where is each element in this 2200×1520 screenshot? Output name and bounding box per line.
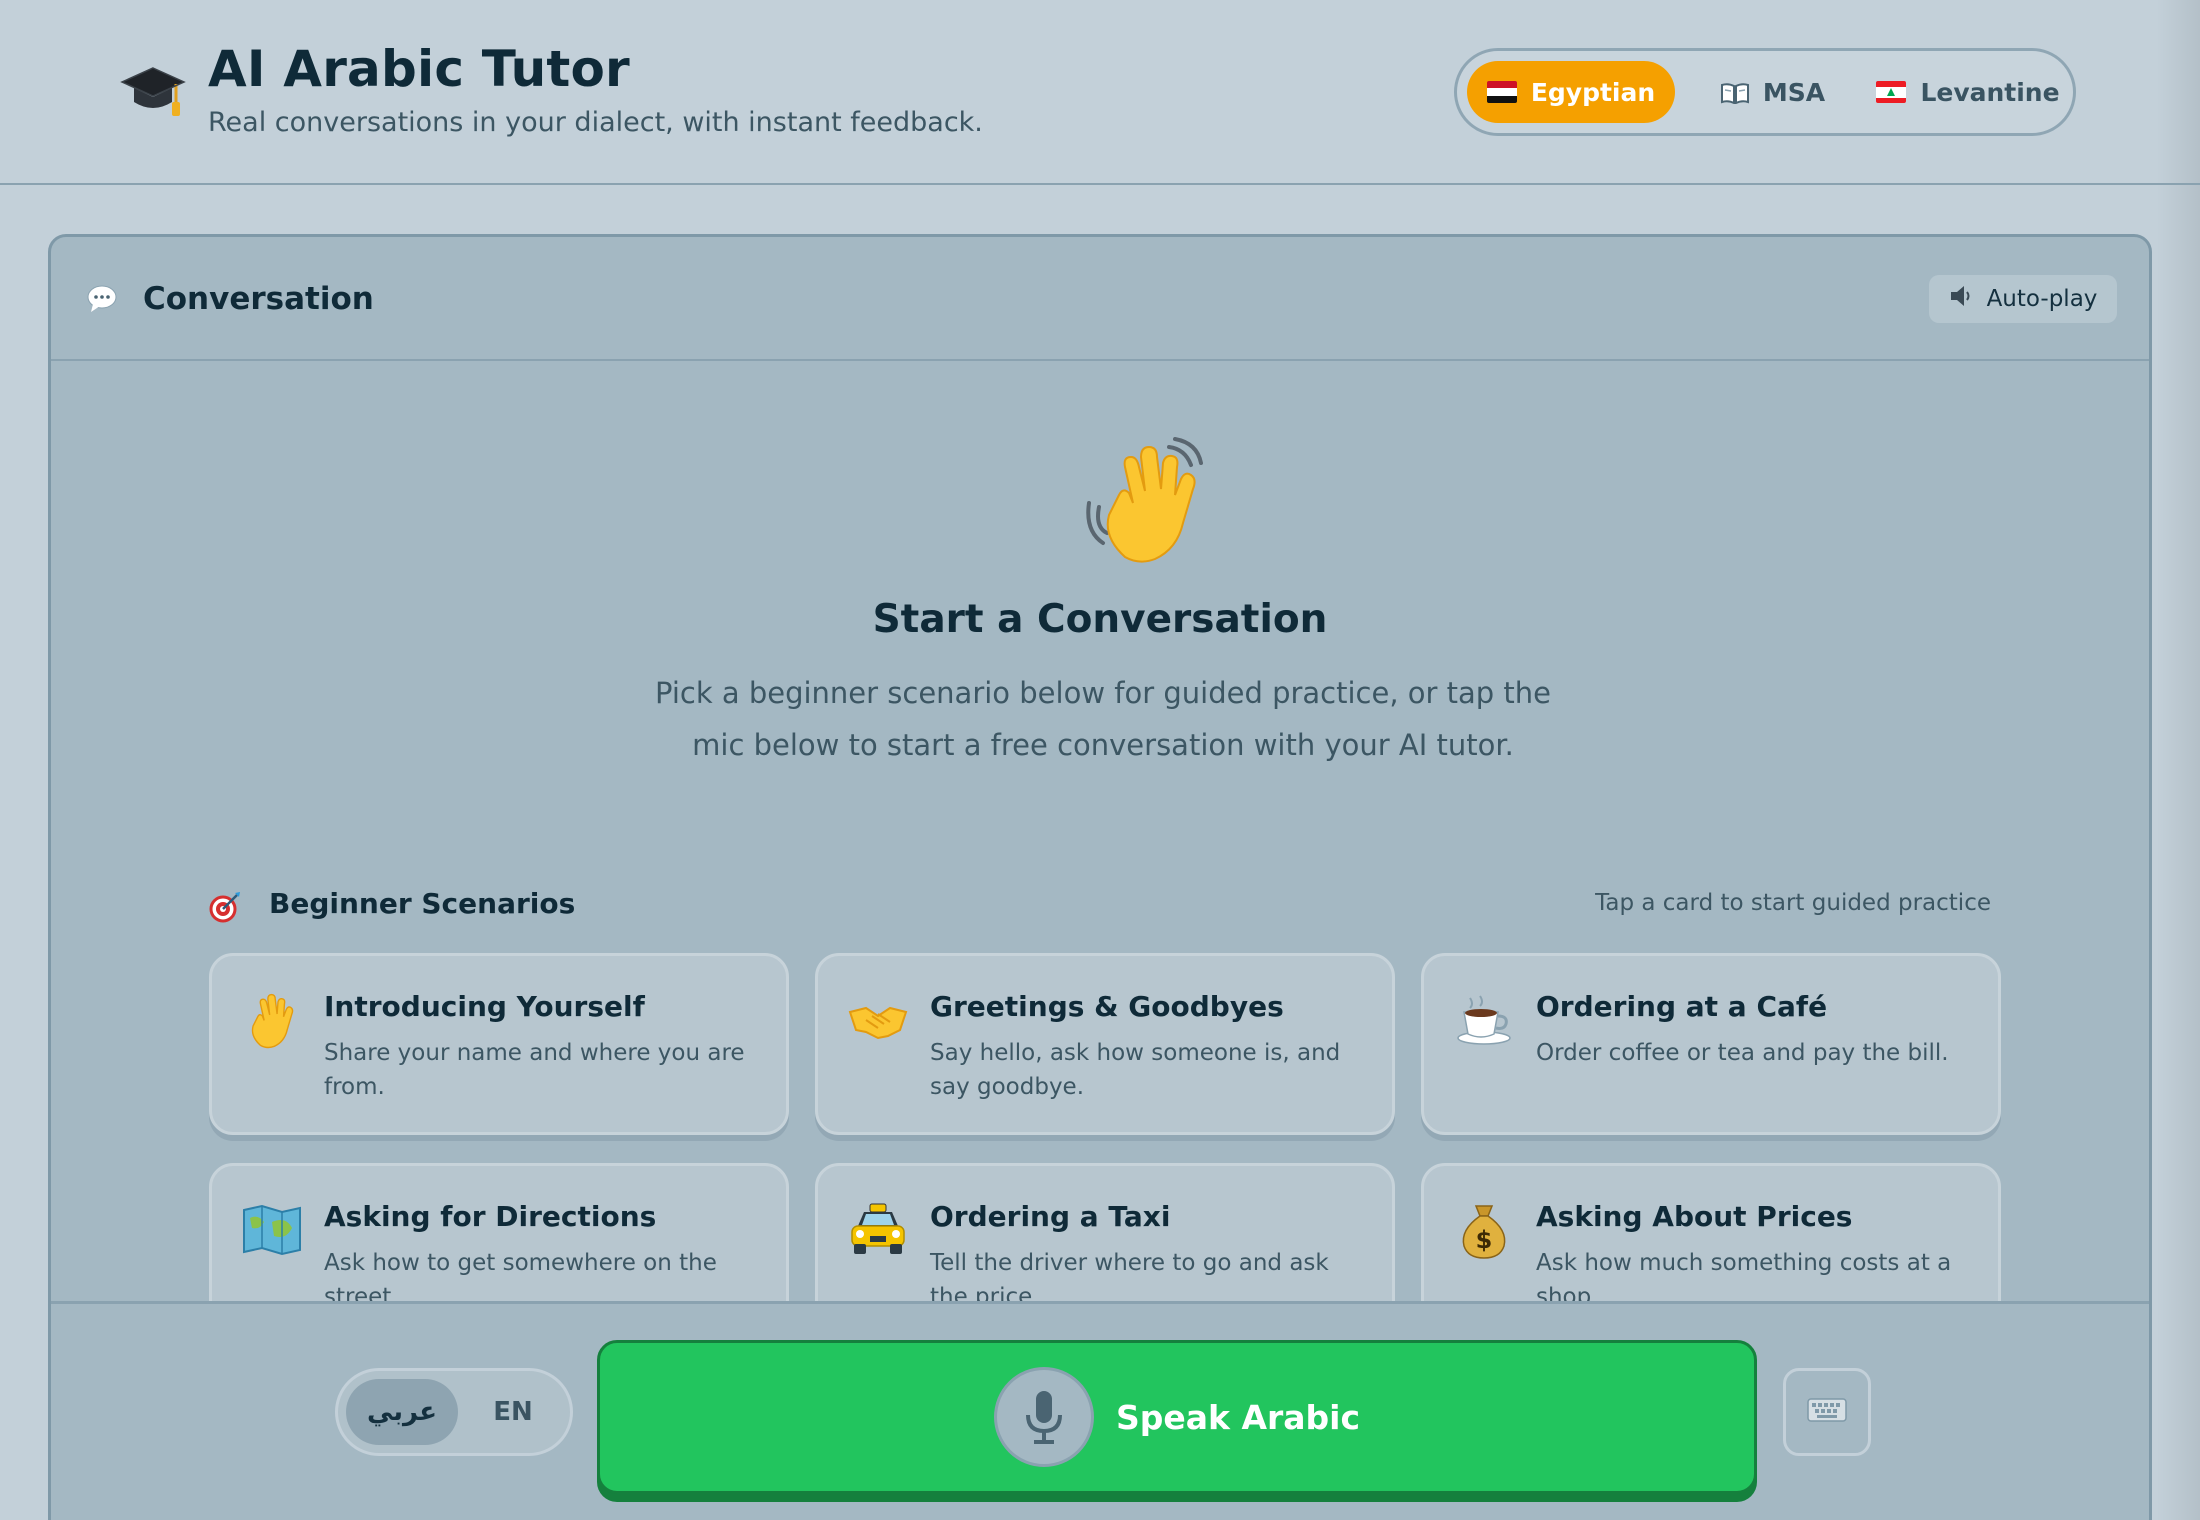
scenario-description: Order coffee or tea and pay the bill.: [1536, 1040, 1949, 1066]
language-toggle: عربي EN: [335, 1368, 573, 1456]
dialect-option-label: Levantine: [1920, 77, 2060, 107]
speech-bubble-icon: [87, 285, 117, 313]
speaker-icon: [1949, 284, 1975, 314]
graduation-cap-icon: [120, 58, 186, 124]
waving-hand-icon: [242, 990, 302, 1050]
map-icon: [242, 1200, 302, 1260]
conversation-panel: Conversation Auto-play Start a Conversat…: [48, 234, 2152, 1520]
scenario-title: Ordering a Taxi: [930, 1200, 1171, 1233]
dialect-option-label: MSA: [1762, 77, 1826, 107]
scenario-title: Ordering at a Café: [1536, 990, 1828, 1023]
autoplay-label: Auto-play: [1986, 286, 2098, 312]
conversation-title: Conversation: [143, 281, 374, 317]
keyboard-input-button[interactable]: [1783, 1368, 1871, 1456]
taxi-icon: [848, 1200, 908, 1260]
window-edge-shadow: [2156, 0, 2200, 1520]
microphone-icon: [993, 1367, 1094, 1467]
svg-text:$: $: [1476, 1226, 1493, 1254]
egypt-flag-icon: [1486, 81, 1517, 103]
autoplay-toggle[interactable]: Auto-play: [1929, 275, 2117, 323]
scenario-title: Asking About Prices: [1536, 1200, 1853, 1233]
app-subtitle: Real conversations in your dialect, with…: [208, 107, 983, 138]
scenario-card-introducing-yourself[interactable]: Introducing Yourself Share your name and…: [209, 953, 789, 1135]
scenarios-title: Beginner Scenarios: [269, 887, 576, 920]
scenario-title: Introducing Yourself: [324, 990, 645, 1023]
scenario-title: Asking for Directions: [324, 1200, 657, 1233]
dialect-option-egyptian[interactable]: Egyptian: [1467, 61, 1675, 123]
target-icon: [209, 891, 241, 923]
scenario-card-greetings-goodbyes[interactable]: Greetings & Goodbyes Say hello, ask how …: [815, 953, 1395, 1135]
handshake-icon: [848, 990, 908, 1050]
coffee-cup-icon: [1454, 990, 1514, 1050]
speak-arabic-button[interactable]: Speak Arabic: [597, 1340, 1757, 1494]
scenarios-hint: Tap a card to start guided practice: [1595, 890, 1991, 916]
dialect-option-msa[interactable]: MSA: [1693, 61, 1853, 123]
keyboard-icon: [1807, 1398, 1847, 1426]
empty-state-description: Pick a beginner scenario below for guide…: [654, 676, 1552, 762]
conversation-header: Conversation Auto-play: [51, 237, 2149, 361]
scenario-card-ordering-cafe[interactable]: Ordering at a Café Order coffee or tea a…: [1421, 953, 2001, 1135]
input-bar: عربي EN Speak Arabic: [51, 1301, 2149, 1520]
dialect-option-levantine[interactable]: Levantine: [1869, 61, 2067, 123]
speak-arabic-label: Speak Arabic: [1115, 1397, 1361, 1437]
money-bag-icon: $: [1454, 1200, 1514, 1260]
dialect-selector: Egyptian MSA Levantine: [1454, 48, 2076, 136]
empty-state-title: Start a Conversation: [872, 597, 1328, 642]
dialect-option-label: Egyptian: [1530, 77, 1656, 107]
language-option-english[interactable]: EN: [460, 1379, 566, 1445]
app-title: AI Arabic Tutor: [208, 40, 630, 98]
language-option-arabic[interactable]: عربي: [346, 1379, 458, 1445]
waving-hand-icon: [1085, 437, 1215, 567]
scenario-title: Greetings & Goodbyes: [930, 990, 1284, 1023]
scenario-description: Share your name and where you are from.: [324, 1040, 745, 1100]
lebanon-flag-icon: [1876, 81, 1907, 103]
scenario-description: Say hello, ask how someone is, and say g…: [930, 1040, 1341, 1100]
book-icon: [1720, 81, 1749, 105]
app-header: AI Arabic Tutor Real conversations in yo…: [0, 0, 2200, 185]
